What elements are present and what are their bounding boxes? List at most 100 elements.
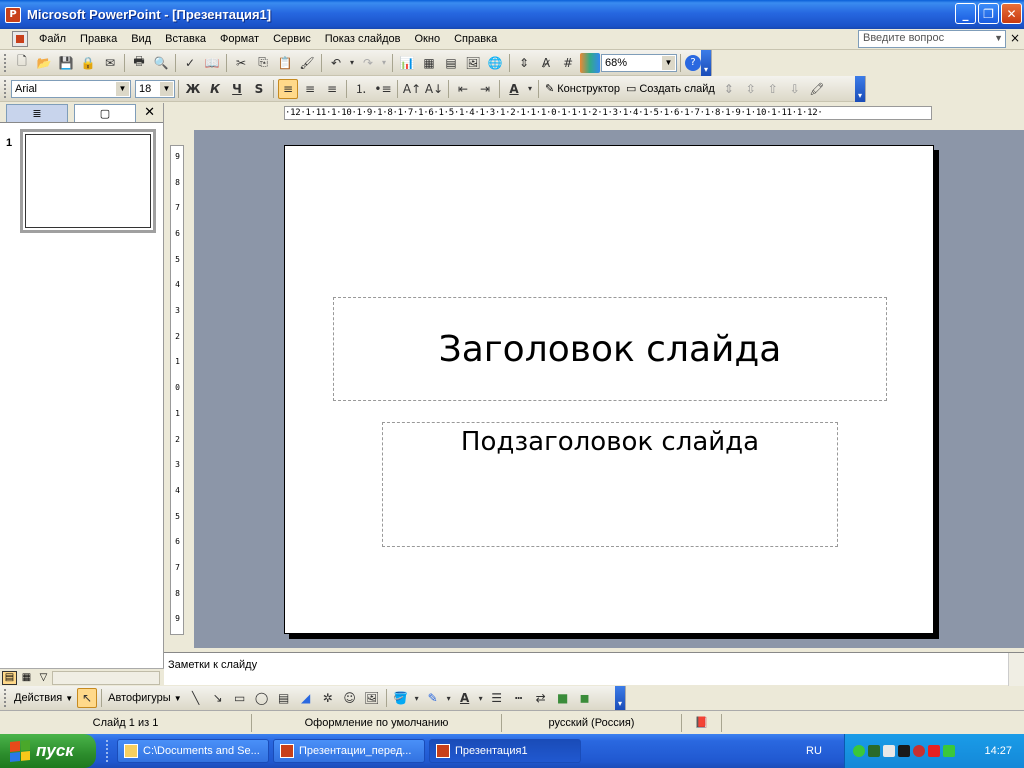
open-icon[interactable]: 📂 <box>34 53 54 73</box>
vertical-ruler[interactable]: 9 8 7 6 5 4 3 2 1 0 1 2 3 4 5 6 7 8 9 <box>170 145 184 635</box>
spelling-status-icon[interactable]: 📕 <box>682 713 722 732</box>
undo-icon[interactable]: ↶ <box>326 53 346 73</box>
3d-style-icon[interactable]: ◼ <box>575 688 595 708</box>
wordart-icon[interactable]: ◢ <box>296 688 316 708</box>
task-presentation1[interactable]: Презентация1 <box>429 739 581 763</box>
slide-canvas[interactable]: Заголовок слайда Подзаголовок слайда <box>284 145 934 634</box>
toolbar-options-icon[interactable]: ▾ <box>855 76 865 102</box>
font-color-dropdown-icon[interactable]: ▾ <box>477 688 485 708</box>
spelling-icon[interactable]: ✓ <box>180 53 200 73</box>
select-objects-icon[interactable]: ↖ <box>77 688 98 708</box>
help-search-input[interactable]: Введите вопрос ▼ <box>858 30 1006 48</box>
paste-icon[interactable]: 📋 <box>275 53 295 73</box>
font-select[interactable]: Arial ▼ <box>11 79 131 98</box>
slide-sorter-icon[interactable]: ▦ <box>19 671 34 685</box>
bullets-icon[interactable]: •≡ <box>373 79 393 99</box>
update-icon[interactable] <box>913 745 925 757</box>
network-icon[interactable] <box>853 745 865 757</box>
slideshow-icon[interactable]: ▽ <box>36 671 51 685</box>
taskbar-grip[interactable] <box>106 740 110 762</box>
fill-color-dropdown-icon[interactable]: ▾ <box>413 688 421 708</box>
toolbar-grip[interactable] <box>4 689 8 707</box>
increase-indent-icon[interactable]: ⇥ <box>475 79 495 99</box>
document-close-button[interactable]: × <box>1010 31 1020 45</box>
print-icon[interactable]: 🖶 <box>129 53 149 73</box>
new-icon[interactable]: 🗋 <box>12 53 32 73</box>
menu-help[interactable]: Справка <box>447 33 504 45</box>
redo-icon[interactable]: ↷ <box>358 53 378 73</box>
security-icon[interactable] <box>943 745 955 757</box>
italic-button[interactable]: К <box>205 79 225 99</box>
maximize-button[interactable]: ❐ <box>978 3 999 24</box>
help-icon[interactable]: ? <box>685 54 701 71</box>
kaspersky-icon[interactable] <box>928 745 940 757</box>
subtitle-placeholder[interactable]: Подзаголовок слайда <box>382 422 838 547</box>
expand-all-icon[interactable]: ⇕ <box>514 53 534 73</box>
menu-format[interactable]: Формат <box>213 33 266 45</box>
expand-icon[interactable]: ⇕ <box>719 79 739 99</box>
document-icon[interactable] <box>12 31 28 47</box>
copy-icon[interactable]: ⎘ <box>253 53 273 73</box>
new-slide-button[interactable]: ▭ Создать слайд <box>623 82 718 96</box>
chevron-down-icon[interactable]: ▼ <box>662 55 675 70</box>
line-icon[interactable]: ╲ <box>186 688 206 708</box>
decrease-indent-icon[interactable]: ⇤ <box>453 79 473 99</box>
line-color-icon[interactable]: ✎ <box>423 688 443 708</box>
close-icon[interactable]: ✕ <box>144 105 155 120</box>
safely-remove-icon[interactable] <box>868 745 880 757</box>
undo-dropdown-icon[interactable]: ▾ <box>348 53 356 73</box>
collapse-icon[interactable]: ⇳ <box>741 79 761 99</box>
clock[interactable]: 14:27 <box>984 745 1012 757</box>
task-explorer[interactable]: C:\Documents and Se... <box>117 739 269 763</box>
font-color-icon[interactable]: A <box>455 688 475 708</box>
format-painter-icon[interactable]: 🖌 <box>297 53 317 73</box>
task-presentations[interactable]: Презентации_перед... <box>273 739 425 763</box>
volume-icon[interactable] <box>883 745 895 757</box>
tab-outline[interactable]: ≣ <box>6 104 68 122</box>
diagram-icon[interactable]: ✲ <box>318 688 338 708</box>
horizontal-scrollbar[interactable] <box>52 671 160 685</box>
shadow-style-icon[interactable]: ■ <box>553 688 573 708</box>
rectangle-icon[interactable]: ▭ <box>230 688 250 708</box>
menu-tools[interactable]: Сервис <box>266 33 318 45</box>
menu-window[interactable]: Окно <box>408 33 448 45</box>
insert-table-icon[interactable]: ▦ <box>419 53 439 73</box>
toolbar-grip[interactable] <box>4 79 8 98</box>
minimize-button[interactable]: _ <box>955 3 976 24</box>
shadow-button[interactable]: S <box>249 79 269 99</box>
arrow-style-icon[interactable]: ⇄ <box>531 688 551 708</box>
cut-icon[interactable]: ✂ <box>231 53 251 73</box>
dash-style-icon[interactable]: ┅ <box>509 688 529 708</box>
move-up-icon[interactable]: ⇧ <box>763 79 783 99</box>
oval-icon[interactable]: ◯ <box>252 688 272 708</box>
tab-slides[interactable]: ▢ <box>74 104 136 122</box>
numbering-icon[interactable]: ⒈ <box>351 79 371 99</box>
tables-borders-icon[interactable]: ▤ <box>441 53 461 73</box>
show-formatting-icon[interactable]: A̷ <box>536 53 556 73</box>
menu-view[interactable]: Вид <box>124 33 158 45</box>
horizontal-ruler[interactable]: ·12·1·11·1·10·1·9·1·8·1·7·1·6·1·5·1·4·1·… <box>284 106 932 120</box>
slide-design-icon[interactable]: 🖍 <box>807 79 827 99</box>
grid-icon[interactable]: # <box>558 53 578 73</box>
picture-icon[interactable]: 🖼 <box>362 688 382 708</box>
start-button[interactable]: пуск <box>0 734 96 768</box>
move-down-icon[interactable]: ⇩ <box>785 79 805 99</box>
powerpoint-app-icon[interactable]: P <box>5 6 21 23</box>
align-center-icon[interactable]: ≡ <box>300 79 320 99</box>
chevron-down-icon[interactable]: ▼ <box>160 81 173 96</box>
insert-chart-icon[interactable]: 📊 <box>397 53 417 73</box>
save-icon[interactable]: 💾 <box>56 53 76 73</box>
title-placeholder[interactable]: Заголовок слайда <box>333 297 887 401</box>
normal-view-icon[interactable]: ▤ <box>2 670 17 685</box>
research-icon[interactable]: 📖 <box>202 53 222 73</box>
designer-button[interactable]: ✎ Конструктор <box>542 82 623 96</box>
notes-pane[interactable]: Заметки к слайду <box>164 652 1024 686</box>
notes-scrollbar[interactable] <box>1008 653 1024 686</box>
toolbar-options-icon[interactable]: ▾ <box>615 686 625 710</box>
hyperlink-icon[interactable]: 🌐 <box>485 53 505 73</box>
font-size-select[interactable]: 18 ▼ <box>135 79 175 98</box>
zoom-select[interactable]: 68% ▼ <box>601 53 677 72</box>
font-color-dropdown-icon[interactable]: ▾ <box>526 79 534 99</box>
increase-font-icon[interactable]: A↑ <box>402 79 422 99</box>
redo-dropdown-icon[interactable]: ▾ <box>380 53 388 73</box>
